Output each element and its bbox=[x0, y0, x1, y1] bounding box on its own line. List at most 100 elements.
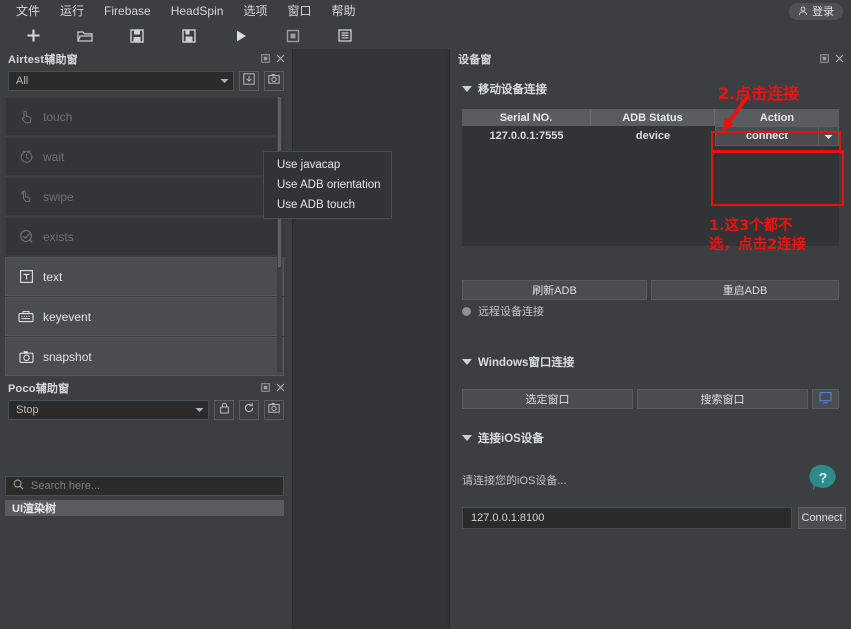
airtest-panel-title: Airtest辅助窗 bbox=[8, 54, 78, 66]
login-button[interactable]: 登录 bbox=[789, 2, 843, 20]
login-label: 登录 bbox=[812, 6, 834, 18]
close-icon bbox=[276, 50, 285, 68]
open-file-button[interactable] bbox=[66, 23, 104, 48]
touch-icon bbox=[18, 109, 34, 125]
list-icon bbox=[338, 29, 352, 42]
menu-file[interactable]: 文件 bbox=[6, 0, 50, 22]
device-table-header: Serial NO. ADB Status Action bbox=[462, 109, 839, 126]
menu-item-use-adb-orientation[interactable]: Use ADB orientation bbox=[264, 175, 391, 195]
remote-device-section-header[interactable]: 远程设备连接 bbox=[462, 303, 544, 319]
text-icon bbox=[18, 269, 34, 285]
ios-help-button[interactable]: ? bbox=[808, 463, 838, 493]
refresh-icon bbox=[243, 401, 255, 419]
close-icon bbox=[835, 50, 844, 68]
poco-close-button[interactable] bbox=[273, 381, 288, 396]
run-button[interactable] bbox=[222, 23, 260, 48]
airtest-float-button[interactable] bbox=[258, 52, 273, 67]
plus-icon bbox=[26, 28, 41, 43]
menu-item-use-javacap[interactable]: Use javacap bbox=[264, 155, 391, 175]
poco-mode-value: Stop bbox=[16, 404, 39, 416]
radio-icon bbox=[462, 306, 471, 316]
mobile-device-section-label: 移动设备连接 bbox=[478, 84, 547, 96]
action-item-text[interactable]: text bbox=[5, 257, 284, 296]
airtest-insert-button[interactable] bbox=[239, 71, 259, 91]
poco-panel-title: Poco辅助窗 bbox=[8, 383, 70, 395]
airtest-action-list: touch wait swipe exists text keyevent sn… bbox=[5, 97, 284, 376]
annotation-arrow-icon bbox=[722, 94, 750, 132]
action-label-swipe: swipe bbox=[43, 189, 74, 204]
poco-search-placeholder: Search here... bbox=[31, 480, 101, 492]
action-item-snapshot[interactable]: snapshot bbox=[5, 337, 284, 376]
device-panel-title: 设备窗 bbox=[458, 54, 492, 66]
editor-area bbox=[292, 49, 450, 629]
ios-connect-button[interactable]: Connect bbox=[798, 507, 846, 529]
table-row[interactable]: 127.0.0.1:7555 device connect bbox=[462, 126, 839, 146]
poco-capture-button[interactable] bbox=[264, 400, 284, 420]
save-icon bbox=[130, 28, 144, 43]
action-item-swipe[interactable]: swipe bbox=[5, 177, 284, 216]
save-button[interactable] bbox=[118, 23, 156, 48]
new-file-button[interactable] bbox=[14, 23, 52, 48]
play-icon bbox=[234, 29, 248, 43]
user-icon bbox=[798, 6, 808, 16]
insert-script-icon bbox=[243, 72, 255, 90]
device-panel-header: 设备窗 bbox=[450, 49, 851, 69]
editor-surface[interactable] bbox=[296, 51, 446, 627]
poco-lock-button[interactable] bbox=[214, 400, 234, 420]
restart-adb-button[interactable]: 重启ADB bbox=[651, 280, 839, 300]
action-item-keyevent[interactable]: keyevent bbox=[5, 297, 284, 336]
ios-hint-text: 请连接您的iOS设备... bbox=[462, 475, 567, 487]
capture-icon bbox=[268, 401, 280, 419]
airtest-filter-select[interactable]: All bbox=[8, 71, 234, 91]
device-float-button[interactable] bbox=[817, 52, 832, 67]
action-item-touch[interactable]: touch bbox=[5, 97, 284, 136]
menu-firebase[interactable]: Firebase bbox=[94, 0, 161, 22]
poco-panel: Poco辅助窗 Stop bbox=[0, 378, 292, 422]
poco-refresh-button[interactable] bbox=[239, 400, 259, 420]
ios-section-header[interactable]: 连接iOS设备 bbox=[462, 430, 544, 446]
clock-icon bbox=[18, 149, 34, 165]
window-monitor-button[interactable] bbox=[812, 389, 839, 409]
airtest-close-button[interactable] bbox=[273, 52, 288, 67]
action-item-wait[interactable]: wait bbox=[5, 137, 284, 176]
menu-headspin[interactable]: HeadSpin bbox=[161, 0, 234, 22]
action-item-exists[interactable]: exists bbox=[5, 217, 284, 256]
save-as-icon bbox=[182, 28, 196, 43]
select-window-button[interactable]: 选定窗口 bbox=[462, 389, 633, 409]
lock-icon bbox=[219, 401, 230, 419]
stop-button[interactable] bbox=[274, 23, 312, 48]
poco-mode-select[interactable]: Stop bbox=[8, 400, 209, 420]
mobile-device-section-header[interactable]: 移动设备连接 bbox=[462, 81, 547, 97]
column-header-serial: Serial NO. bbox=[462, 109, 591, 126]
action-label-exists: exists bbox=[43, 229, 74, 244]
device-close-button[interactable] bbox=[832, 52, 847, 67]
connect-options-dropdown-button[interactable] bbox=[819, 126, 839, 146]
chevron-down-icon bbox=[195, 404, 204, 416]
refresh-adb-button[interactable]: 刷新ADB bbox=[462, 280, 647, 300]
search-window-button[interactable]: 搜索窗口 bbox=[637, 389, 808, 409]
camera-icon bbox=[18, 349, 34, 365]
menu-help[interactable]: 帮助 bbox=[321, 0, 365, 22]
airtest-capture-button[interactable] bbox=[264, 71, 284, 91]
action-label-wait: wait bbox=[43, 149, 65, 164]
airtest-list-scrollbar[interactable] bbox=[277, 97, 282, 372]
save-as-button[interactable] bbox=[170, 23, 208, 48]
help-icon: ? bbox=[808, 464, 838, 497]
keyboard-icon bbox=[18, 309, 34, 325]
action-label-touch: touch bbox=[43, 109, 73, 124]
ios-address-input[interactable]: 127.0.0.1:8100 bbox=[462, 507, 792, 529]
airtest-filter-value: All bbox=[16, 75, 29, 87]
menu-run[interactable]: 运行 bbox=[50, 0, 94, 22]
ios-section-label: 连接iOS设备 bbox=[478, 433, 544, 445]
log-view-button[interactable] bbox=[326, 23, 364, 48]
windows-section-header[interactable]: Windows窗口连接 bbox=[462, 354, 574, 370]
swipe-icon bbox=[18, 189, 34, 205]
menu-window[interactable]: 窗口 bbox=[277, 0, 321, 22]
menu-item-use-adb-touch[interactable]: Use ADB touch bbox=[264, 195, 391, 215]
float-window-icon bbox=[261, 379, 270, 397]
poco-search-input[interactable]: Search here... bbox=[5, 476, 284, 496]
poco-ui-tree-header[interactable]: UI渲染树 bbox=[5, 500, 284, 516]
triangle-down-icon bbox=[462, 86, 472, 92]
poco-float-button[interactable] bbox=[258, 381, 273, 396]
menu-options[interactable]: 选项 bbox=[233, 0, 277, 22]
